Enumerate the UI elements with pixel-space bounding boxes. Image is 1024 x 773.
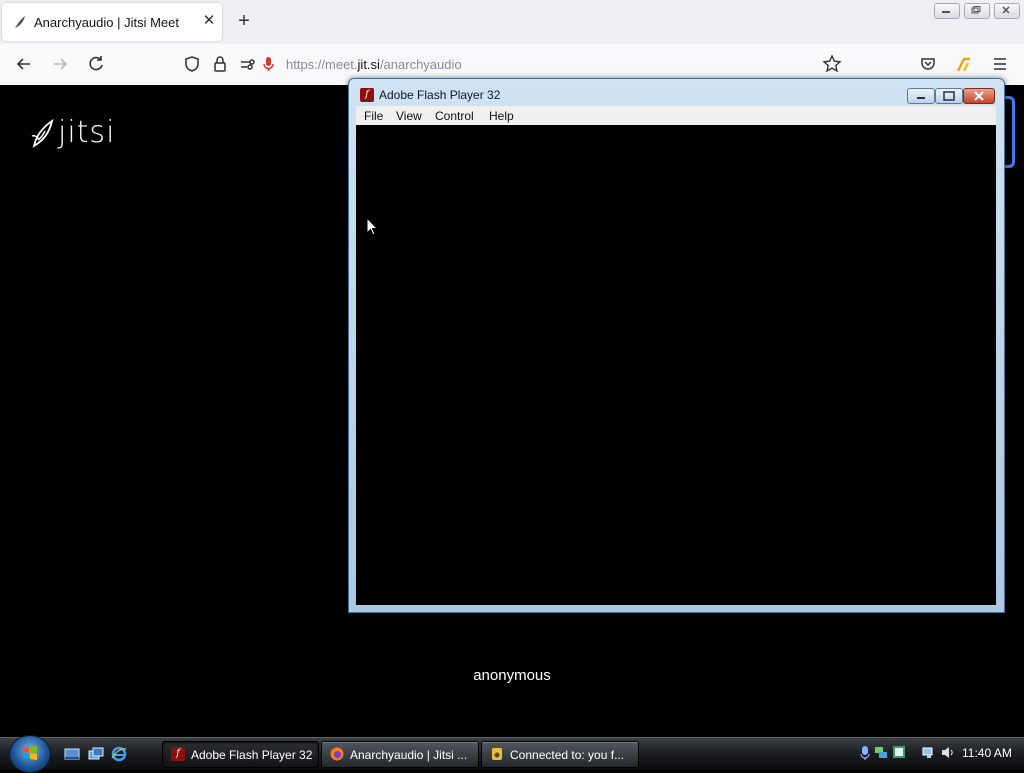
tray-volume-icon[interactable] — [940, 745, 954, 760]
flash-maximize-button[interactable] — [935, 88, 963, 104]
flash-window-title: Adobe Flash Player 32 — [379, 88, 501, 102]
taskbar: f Adobe Flash Player 32 Anarchyaudio | J… — [0, 735, 1024, 773]
jitsi-logo-text: jitsi — [58, 115, 116, 150]
permissions-icon[interactable] — [238, 54, 258, 74]
tray-network-icon[interactable] — [874, 745, 888, 760]
flash-icon: f — [171, 747, 185, 761]
taskbar-button-label: Anarchyaudio | Jitsi ... — [350, 748, 468, 762]
tab-close-icon[interactable]: ✕ — [200, 12, 218, 30]
browser-tab-active[interactable]: Anarchyaudio | Jitsi Meet ✕ — [2, 3, 222, 41]
bookmark-star-icon[interactable] — [822, 54, 842, 74]
flash-menu-bar: File View Control Help — [356, 106, 996, 125]
taskbar-button-label: Adobe Flash Player 32 — [191, 748, 313, 762]
jitsi-logo[interactable]: jitsi — [30, 112, 114, 152]
firefox-icon — [330, 747, 344, 761]
hamburger-menu-icon[interactable] — [990, 54, 1010, 74]
windows-logo-icon — [23, 746, 37, 760]
pocket-icon[interactable] — [918, 54, 938, 74]
microphone-icon[interactable] — [258, 54, 278, 74]
back-arrow-icon[interactable] — [14, 54, 34, 74]
tab-title: Anarchyaudio | Jitsi Meet — [34, 15, 179, 30]
forward-arrow-icon[interactable] — [50, 54, 70, 74]
menu-view[interactable]: View — [396, 109, 422, 123]
taskbar-button-firefox[interactable]: Anarchyaudio | Jitsi ... — [321, 741, 479, 768]
jitsi-feather-icon — [15, 16, 25, 28]
blue-focus-edge — [1004, 96, 1015, 168]
tracking-shield-icon[interactable] — [182, 54, 202, 74]
switch-windows-icon[interactable] — [88, 746, 104, 762]
url-bar[interactable]: https://meet.jit.si/anarchyaudio — [286, 57, 462, 72]
tray-app-icon[interactable] — [892, 745, 906, 760]
audio-app-icon — [492, 748, 502, 760]
participant-name: anonymous — [473, 667, 551, 684]
start-button[interactable] — [9, 735, 51, 773]
internet-explorer-icon[interactable] — [111, 746, 127, 762]
window-minimize-button[interactable] — [934, 3, 960, 19]
new-tab-button[interactable]: + — [234, 11, 254, 31]
taskbar-button-label: Connected to: you f... — [510, 748, 625, 762]
show-desktop-icon[interactable] — [64, 746, 80, 762]
flash-content-area[interactable] — [356, 125, 996, 605]
taskbar-button-audio-app[interactable]: Connected to: you f... — [481, 741, 639, 768]
menu-control[interactable]: Control — [435, 109, 474, 123]
browser-tab-bar: Anarchyaudio | Jitsi Meet ✕ + — [0, 0, 1024, 44]
flash-icon: f — [360, 88, 374, 102]
mouse-cursor-icon — [366, 217, 378, 236]
flash-player-window[interactable]: f Adobe Flash Player 32 File View Contro… — [348, 78, 1005, 613]
jitsi-feather-icon — [31, 118, 54, 148]
lock-icon[interactable] — [210, 54, 230, 74]
menu-help[interactable]: Help — [489, 109, 514, 123]
taskbar-clock[interactable]: 11:40 AM — [962, 746, 1012, 760]
taskbar-button-flash[interactable]: f Adobe Flash Player 32 — [162, 741, 319, 768]
menu-file[interactable]: File — [364, 109, 383, 123]
flash-close-button[interactable] — [963, 88, 995, 104]
window-restore-button[interactable] — [964, 3, 990, 19]
extension-key-icon[interactable] — [954, 54, 974, 74]
window-close-button[interactable] — [994, 3, 1020, 19]
flash-minimize-button[interactable] — [907, 88, 935, 104]
tray-connection-icon[interactable] — [922, 745, 936, 760]
system-tray: 11:40 AM — [852, 738, 1024, 769]
tray-microphone-icon[interactable] — [858, 745, 872, 760]
reload-icon[interactable] — [86, 54, 106, 74]
